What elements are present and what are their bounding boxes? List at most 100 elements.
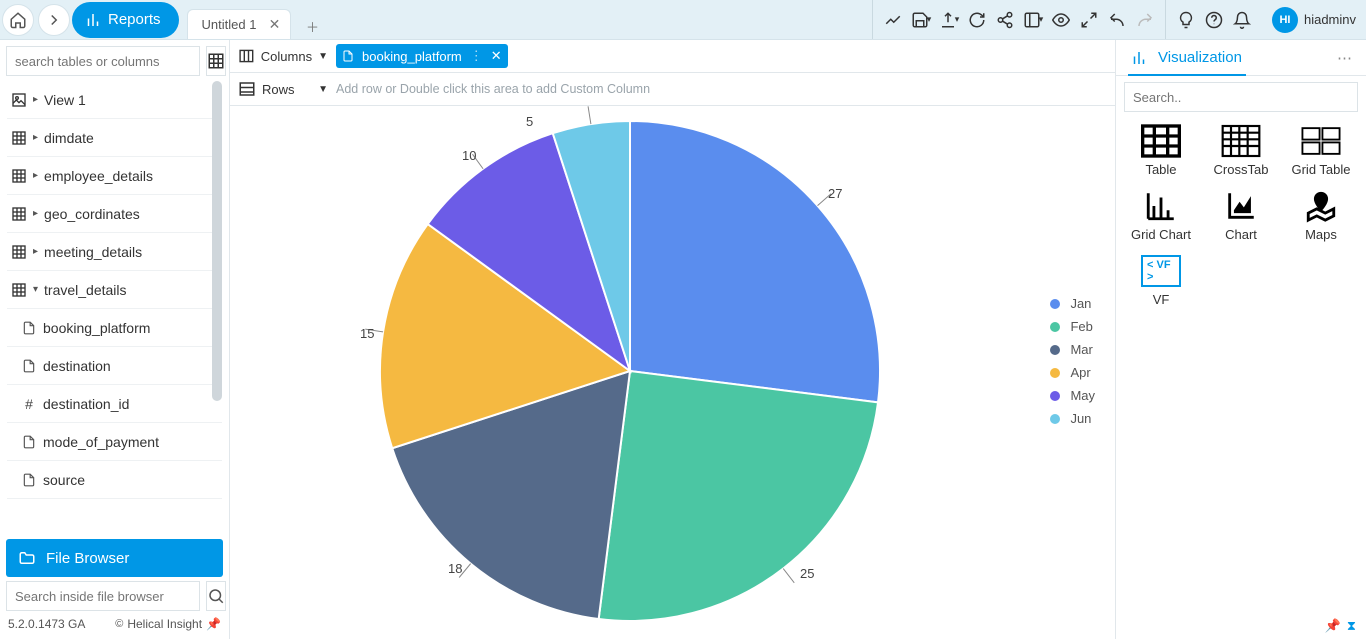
visualization-panel: Visualization ⋯ TableCrossTab Grid Table G…	[1116, 40, 1366, 639]
search-input[interactable]	[6, 46, 200, 76]
data-label: 5	[526, 114, 533, 129]
tree-item[interactable]: destination	[7, 347, 222, 385]
tree-item[interactable]: ▸meeting_details	[7, 233, 222, 271]
scrollbar-thumb[interactable]	[212, 81, 222, 401]
fullscreen-button[interactable]	[1075, 6, 1103, 34]
tree-item-label: meeting_details	[44, 244, 142, 260]
bar-chart-icon	[84, 11, 102, 29]
pin-icon[interactable]: 📌	[206, 617, 221, 631]
breadcrumb-next-button[interactable]	[38, 4, 70, 36]
save-button[interactable]: ▾	[907, 6, 935, 34]
caret-icon: ▸	[33, 132, 38, 143]
tree-item[interactable]: ▸employee_details	[7, 157, 222, 195]
refresh-button[interactable]	[963, 6, 991, 34]
view-icon	[11, 92, 27, 108]
grid-icon	[11, 168, 27, 184]
version-label: 5.2.0.1473 GA	[8, 617, 85, 631]
chart-icon	[1221, 189, 1261, 223]
top-left: Reports	[0, 0, 179, 39]
more-options-button[interactable]: ⋯	[1337, 49, 1352, 67]
vis-type-crosstab[interactable]: CrossTab	[1204, 124, 1278, 177]
tree-item-label: destination	[43, 358, 111, 374]
vis-type-vf[interactable]: < VF > VF	[1124, 254, 1198, 307]
share-button[interactable]	[991, 6, 1019, 34]
undo-icon	[1108, 11, 1126, 29]
pin-icon[interactable]: 📌	[1325, 618, 1341, 634]
eye-icon	[1052, 11, 1070, 29]
tree-item[interactable]: ▾travel_details	[7, 271, 222, 309]
tree-item[interactable]: ▸geo_cordinates	[7, 195, 222, 233]
sheet-icon	[21, 359, 37, 373]
notifications-button[interactable]	[1228, 6, 1256, 34]
home-button[interactable]	[2, 4, 34, 36]
grid-icon	[11, 282, 27, 298]
folder-icon	[18, 549, 36, 567]
tree-item[interactable]: source	[7, 461, 222, 499]
tree-item[interactable]: ▸View 1	[7, 81, 222, 119]
rows-shelf[interactable]: Rows ▼ Add row or Double click this area…	[230, 73, 1115, 106]
columns-shelf[interactable]: Columns ▼ booking_platform ⋮ ✕	[230, 40, 1115, 73]
tab-untitled[interactable]: Untitled 1 ✕	[187, 9, 292, 39]
vis-type-grid-chart[interactable]: Grid Chart	[1124, 189, 1198, 242]
legend-swatch	[1050, 368, 1060, 378]
legend-item[interactable]: Mar	[1050, 342, 1095, 357]
table-icon	[1141, 124, 1181, 158]
tree-item-label: View 1	[44, 92, 86, 108]
reports-pill[interactable]: Reports	[72, 2, 179, 38]
vis-type-table[interactable]: Table	[1124, 124, 1198, 177]
data-label: 25	[800, 566, 814, 581]
hourglass-icon[interactable]: ⧗	[1347, 618, 1356, 634]
tree-item[interactable]: mode_of_payment	[7, 423, 222, 461]
vis-type-chart[interactable]: Chart	[1204, 189, 1278, 242]
username: hiadminv	[1304, 12, 1356, 27]
tab-title: Untitled 1	[202, 17, 257, 32]
legend-item[interactable]: Feb	[1050, 319, 1095, 334]
chevron-down-icon[interactable]: ▼	[318, 84, 328, 95]
search-icon	[207, 587, 225, 605]
toolbar-group-1: ▾ ▾ ▾	[872, 0, 1165, 39]
columns-icon	[238, 47, 255, 65]
grid-icon	[11, 130, 27, 146]
layout-button[interactable]: ▾	[1019, 6, 1047, 34]
pie-slice[interactable]	[599, 371, 878, 621]
tree-item[interactable]: #destination_id	[7, 385, 222, 423]
line-chart-button[interactable]	[879, 6, 907, 34]
user-area[interactable]: HI hiadminv	[1262, 7, 1366, 33]
reports-label: Reports	[108, 11, 161, 28]
legend-item[interactable]: Jan	[1050, 296, 1095, 311]
visualization-tab[interactable]: Visualization ⋯	[1116, 40, 1366, 76]
legend-item[interactable]: Apr	[1050, 365, 1095, 380]
column-pill[interactable]: booking_platform ⋮ ✕	[336, 44, 508, 68]
undo-button[interactable]	[1103, 6, 1131, 34]
vis-type-maps[interactable]: Maps	[1284, 189, 1358, 242]
visualization-search-input[interactable]	[1124, 82, 1358, 112]
vis-type-label: VF	[1153, 292, 1170, 307]
tab-close-button[interactable]: ✕	[266, 17, 282, 33]
brand-label: Helical Insight	[127, 617, 202, 631]
file-browser-button[interactable]: File Browser	[6, 539, 223, 577]
pie-slice[interactable]	[630, 121, 880, 402]
vf-icon: < VF >	[1141, 254, 1181, 288]
rows-placeholder: Add row or Double click this area to add…	[336, 82, 650, 96]
caret-icon: ▸	[33, 208, 38, 219]
top-bar: Reports Untitled 1 ✕ ＋ ▾ ▾ ▾ HI hiadminv	[0, 0, 1366, 40]
tree-item[interactable]: ▸dimdate	[7, 119, 222, 157]
hint-button[interactable]	[1172, 6, 1200, 34]
redo-button[interactable]	[1131, 6, 1159, 34]
vis-type-grid-table[interactable]: Grid Table	[1284, 124, 1358, 177]
help-button[interactable]	[1200, 6, 1228, 34]
file-search-button[interactable]	[206, 581, 226, 611]
file-search-input[interactable]	[6, 581, 200, 611]
legend-item[interactable]: Jun	[1050, 411, 1095, 426]
table-toggle-button[interactable]	[206, 46, 226, 76]
tree-item[interactable]: booking_platform	[7, 309, 222, 347]
main: ▸View 1▸dimdate▸employee_details▸geo_cor…	[0, 40, 1366, 639]
preview-button[interactable]	[1047, 6, 1075, 34]
pill-remove-button[interactable]: ✕	[491, 48, 502, 64]
tab-add-button[interactable]: ＋	[299, 13, 325, 39]
export-button[interactable]: ▾	[935, 6, 963, 34]
legend-item[interactable]: May	[1050, 388, 1095, 403]
vis-type-label: Grid Table	[1291, 162, 1350, 177]
legend-label: Jun	[1070, 411, 1091, 426]
chevron-down-icon[interactable]: ▼	[318, 51, 328, 62]
